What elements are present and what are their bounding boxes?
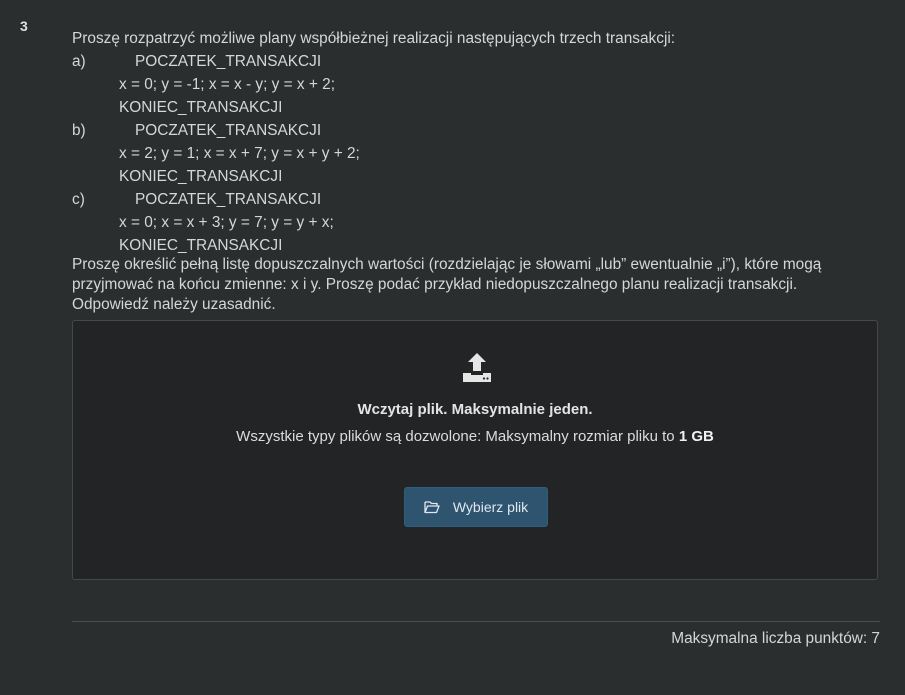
task-line: przyjmować na końcu zmienne: x i y. Pros… [72,276,798,293]
transaction-letter: a) [72,53,86,70]
divider [72,621,880,622]
transaction-body: x = 0; y = -1; x = x - y; y = x + 2; [119,76,335,93]
upload-restrictions-text: Wszystkie typy plików są dozwolone: Maks… [236,428,679,445]
transaction-start: POCZATEK_TRANSAKCJI [135,191,322,208]
upload-title: Wczytaj plik. Maksymalnie jeden. [357,401,593,418]
upload-icon [463,353,491,382]
transaction-start: POCZATEK_TRANSAKCJI [135,53,322,70]
question-page: 3 Proszę rozpatrzyć możliwe plany współb… [0,0,905,695]
question-intro: Proszę rozpatrzyć możliwe plany współbie… [72,30,676,47]
transaction-body: x = 0; x = x + 3; y = 7; y = y + x; [119,214,334,231]
transaction-end: KONIEC_TRANSAKCJI [119,99,283,116]
max-file-size: 1 GB [678,428,714,445]
task-line: Proszę określić pełną listę dopuszczalny… [72,256,822,273]
task-description: Proszę określić pełną listę dopuszczalny… [72,255,880,315]
transaction-c-start: c) POCZATEK_TRANSAKCJI [72,188,880,211]
transaction-body: x = 2; y = 1; x = x + 7; y = x + y + 2; [119,145,360,162]
folder-open-icon [424,501,440,514]
upload-restrictions: Wszystkie typy plików są dozwolone: Maks… [73,428,877,445]
transaction-end: KONIEC_TRANSAKCJI [119,237,283,254]
task-line: Odpowiedź należy uzasadnić. [72,296,276,313]
choose-file-button[interactable]: Wybierz plik [404,487,548,527]
file-dropzone[interactable]: Wczytaj plik. Maksymalnie jeden. Wszystk… [72,320,878,580]
max-points-label: Maksymalna liczba punktów: 7 [671,630,880,647]
transaction-start: POCZATEK_TRANSAKCJI [135,122,322,139]
transaction-letter: c) [72,191,85,208]
question-text: Proszę rozpatrzyć możliwe plany współbie… [72,27,880,315]
choose-file-label: Wybierz plik [452,499,529,515]
question-number: 3 [20,18,28,34]
transaction-a-start: a) POCZATEK_TRANSAKCJI [72,50,880,73]
transaction-b-start: b) POCZATEK_TRANSAKCJI [72,119,880,142]
transaction-letter: b) [72,122,86,139]
transaction-end: KONIEC_TRANSAKCJI [119,168,283,185]
